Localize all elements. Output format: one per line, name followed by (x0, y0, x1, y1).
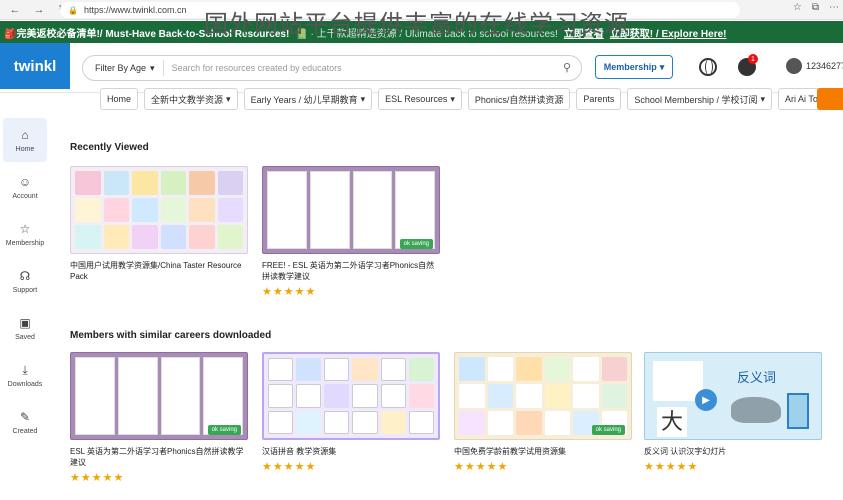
resource-thumbnail[interactable]: ok saving (262, 166, 440, 254)
extensions-icon[interactable]: ⧉ (812, 2, 819, 13)
category-early-years[interactable]: Early Years / 幼儿早期教育 ▾ (243, 88, 373, 110)
headset-icon: ☊ (19, 268, 31, 283)
thumbnail-art (268, 358, 434, 434)
resource-title[interactable]: ESL 英语为第二外语学习者Phonics自然拼读教学建议 (70, 446, 248, 468)
section-title-recent: Recently Viewed (70, 142, 149, 153)
thumbnail-art (75, 171, 243, 249)
sidebar-item-account[interactable]: ☺ Account (3, 165, 47, 209)
thumbnail-art (267, 171, 435, 249)
forward-arrow-icon[interactable]: → (30, 1, 48, 19)
category-nav: Home 全新中文教学资源 ▾ Early Years / 幼儿早期教育 ▾ ESL… (100, 88, 832, 110)
rating-stars: ★★★★★ (644, 461, 699, 473)
resource-thumbnail[interactable]: ok saving (454, 352, 632, 440)
sidebar-item-saved[interactable]: ▣ Saved (3, 306, 47, 350)
chevron-down-icon: ▾ (360, 93, 366, 104)
menu-icon[interactable]: ⋯ (829, 2, 839, 13)
elephant-illustration (731, 397, 781, 423)
saving-tag: ok saving (207, 425, 241, 435)
resource-thumbnail[interactable] (70, 166, 248, 254)
door-illustration (787, 393, 809, 429)
play-icon[interactable]: ▶ (695, 389, 717, 411)
watermark-title: 国外网站平台提供丰富的在线学习资源 (204, 10, 629, 38)
back-arrow-icon[interactable]: ← (6, 1, 24, 19)
resource-title[interactable]: 反义词 认识汉字幻灯片 (644, 446, 822, 457)
notification-badge: 1 (748, 54, 758, 64)
sidebar-item-support[interactable]: ☊ Support (3, 259, 47, 303)
category-more-button[interactable] (817, 88, 843, 110)
filter-by-age-dropdown[interactable]: Filter By Age ▾ (83, 60, 164, 76)
resource-card[interactable]: 大 ▶ 反义词 反义词 认识汉字幻灯片 ★★★★★ (644, 352, 822, 473)
resource-card[interactable]: ok saving 中国免费学龄前教学试用资源集 ★★★★★ (454, 352, 632, 473)
big-character: 大 (657, 407, 687, 437)
category-school-membership[interactable]: School Membership / 学校订阅 ▾ (627, 88, 772, 110)
resource-thumbnail[interactable] (262, 352, 440, 440)
resource-thumbnail[interactable]: ok saving (70, 352, 248, 440)
url-text: https://www.twinkl.com.cn (83, 5, 187, 15)
star-icon[interactable]: ☆ (793, 2, 802, 13)
left-sidebar: ⌂ Home ☺ Account ☆ Membership ☊ Support … (0, 118, 50, 500)
resource-card[interactable]: 汉语拼音 教学资源集 ★★★★★ (262, 352, 440, 473)
star-outline-icon: ☆ (19, 221, 31, 236)
globe-icon[interactable] (699, 58, 717, 76)
resource-card[interactable]: ok saving ESL 英语为第二外语学习者Phonics自然拼读教学建议 … (70, 352, 248, 484)
chevron-down-icon: ▾ (760, 93, 765, 104)
category-home[interactable]: Home (100, 88, 139, 110)
pencil-icon: ✎ (19, 409, 31, 424)
search-bar: Filter By Age ▾ ⚲ (82, 55, 582, 81)
resource-title[interactable]: 中国免费学龄前教学试用资源集 (454, 446, 632, 457)
category-parents[interactable]: Parents (576, 88, 622, 110)
saving-tag: ok saving (591, 425, 625, 435)
thumbnail-art (75, 357, 243, 435)
site-header: twinkl Filter By Age ▾ ⚲ Membership ▾ 1 … (0, 43, 843, 93)
resource-card[interactable]: 中国用户试用教学资源集/China Taster Resource Pack (70, 166, 248, 282)
rating-stars: ★★★★★ (454, 461, 509, 473)
section-title-similar: Members with similar careers downloaded (70, 330, 272, 341)
membership-button[interactable]: Membership ▾ (595, 55, 673, 79)
user-id[interactable]: 12346277 (806, 61, 843, 71)
chevron-down-icon: ▾ (659, 61, 665, 72)
sidebar-item-home[interactable]: ⌂ Home (3, 118, 47, 162)
sidebar-item-created[interactable]: ✎ Created (3, 400, 47, 444)
bookmark-icon: ▣ (19, 315, 31, 330)
home-icon: ⌂ (21, 127, 29, 142)
rating-stars: ★★★★★ (70, 472, 125, 484)
resource-thumbnail[interactable]: 大 ▶ 反义词 (644, 352, 822, 440)
resource-title[interactable]: FREE! - ESL 英语为第二外语学习者Phonics自然拼读教学建议 (262, 260, 440, 282)
chevron-down-icon: ▾ (150, 62, 155, 73)
thumbnail-art (459, 357, 627, 435)
category-chinese-resources[interactable]: 全新中文教学资源 ▾ (144, 88, 238, 110)
search-input[interactable] (171, 63, 552, 73)
resource-card[interactable]: ok saving FREE! - ESL 英语为第二外语学习者Phonics自… (262, 166, 440, 298)
resource-title[interactable]: 中国用户试用教学资源集/China Taster Resource Pack (70, 260, 248, 282)
browser-actions: ☆ ⧉ ⋯ (793, 2, 839, 13)
slide-title: 反义词 (737, 370, 777, 385)
twinkl-logo[interactable]: twinkl (0, 43, 70, 89)
chevron-down-icon: ▾ (226, 93, 231, 104)
account-icon: ☺ (18, 174, 32, 189)
sidebar-item-downloads[interactable]: ⤓ Downloads (3, 353, 47, 397)
category-esl[interactable]: ESL Resources ▾ (378, 88, 462, 110)
user-avatar-icon[interactable] (786, 58, 802, 74)
category-phonics[interactable]: Phonics/自然拼读资源 (467, 88, 571, 110)
download-icon: ⤓ (22, 362, 28, 377)
resource-title[interactable]: 汉语拼音 教学资源集 (262, 446, 440, 457)
search-icon[interactable]: ⚲ (563, 61, 571, 74)
rating-stars: ★★★★★ (262, 286, 317, 298)
rating-stars: ★★★★★ (262, 461, 317, 473)
saving-tag: ok saving (399, 239, 433, 249)
notification-icon[interactable]: 1 (738, 54, 758, 76)
lock-icon: 🔒 (68, 5, 78, 15)
chevron-down-icon: ▾ (450, 93, 455, 104)
sidebar-item-membership[interactable]: ☆ Membership (3, 212, 47, 256)
